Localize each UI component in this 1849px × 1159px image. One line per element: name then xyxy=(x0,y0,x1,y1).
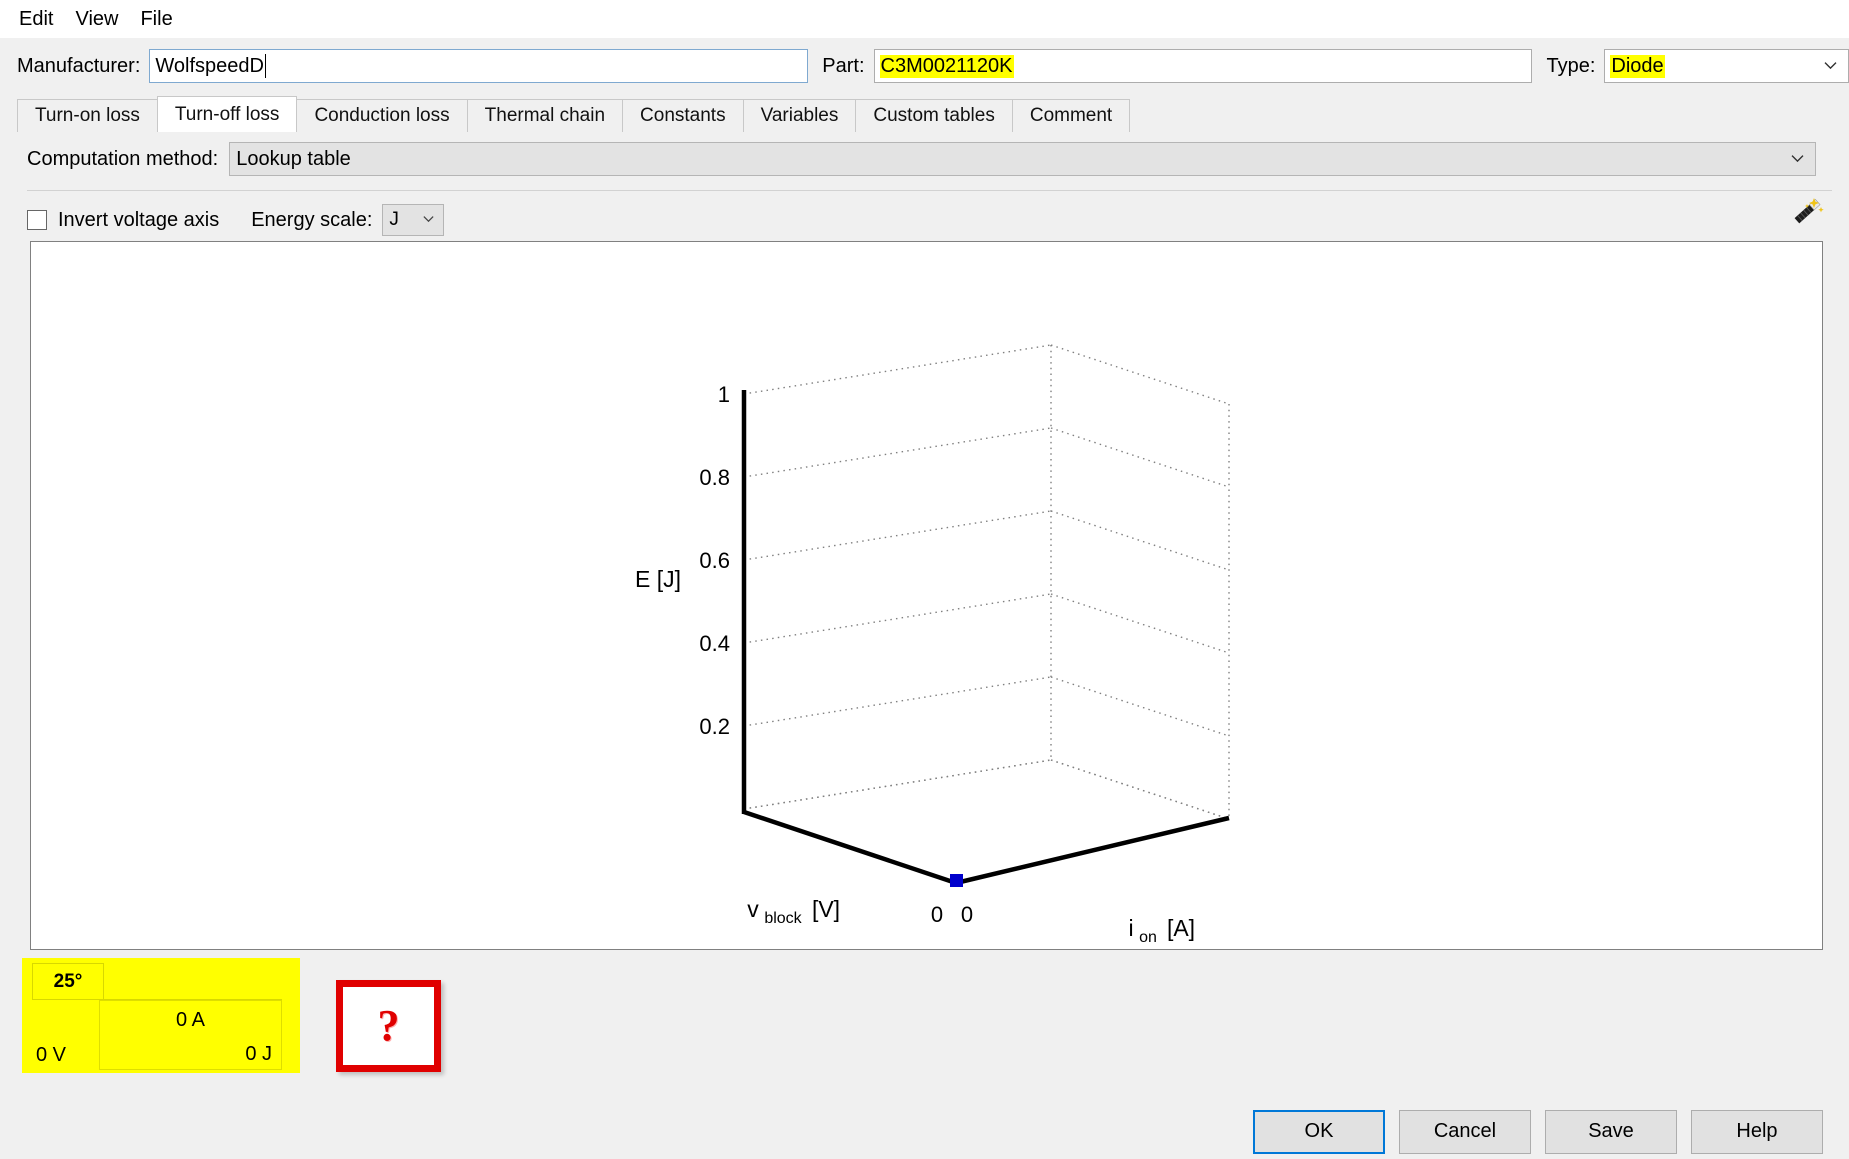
tab-turn-off-loss[interactable]: Turn-off loss xyxy=(156,96,298,132)
tab-turn-on-loss[interactable]: Turn-on loss xyxy=(17,99,158,132)
menu-bar: Edit View File xyxy=(0,0,1849,38)
loss-plot-area[interactable]: 1 0.8 0.6 0.4 0.2 E [J] 0 0 v block [V] xyxy=(30,241,1823,950)
manufacturer-value: WolfspeedD xyxy=(155,54,264,77)
lookup-table-highlight[interactable]: 25° 0 A 0 V 0 J xyxy=(22,958,300,1073)
floor-tick-labels: 0 0 xyxy=(931,902,973,927)
manufacturer-label: Manufacturer: xyxy=(17,54,141,77)
tab-thermal-chain[interactable]: Thermal chain xyxy=(466,99,624,132)
computation-method-row: Computation method: Lookup table xyxy=(0,138,1849,180)
data-point-marker xyxy=(950,874,963,887)
tab-conduction-loss[interactable]: Conduction loss xyxy=(296,99,468,132)
z-axis-label: E [J] xyxy=(635,566,681,592)
invert-voltage-axis-label: Invert voltage axis xyxy=(58,208,220,231)
z-axis-ticks: 1 0.8 0.6 0.4 0.2 xyxy=(699,382,730,739)
energy-scale-dropdown[interactable]: J xyxy=(382,204,445,236)
svg-text:on: on xyxy=(1139,929,1157,946)
tab-custom-tables[interactable]: Custom tables xyxy=(855,99,1013,132)
svg-text:[A]: [A] xyxy=(1167,915,1195,941)
tab-constants[interactable]: Constants xyxy=(622,99,744,132)
tab-bar: Turn-on loss Turn-off loss Conduction lo… xyxy=(0,96,1849,132)
manufacturer-input[interactable]: WolfspeedD xyxy=(149,49,809,83)
x-axis-label: v block [V] xyxy=(747,896,840,927)
z-tick-1: 1 xyxy=(718,382,730,407)
grid-back-left-wall xyxy=(743,344,1052,810)
y-axis-line xyxy=(955,815,1230,886)
part-value: C3M0021120K xyxy=(879,54,1014,78)
part-label: Part: xyxy=(822,54,865,77)
header-fields-row: Manufacturer: WolfspeedD Part: C3M002112… xyxy=(0,38,1849,94)
chevron-down-icon xyxy=(1791,155,1804,163)
energy-scale-label: Energy scale: xyxy=(251,208,373,231)
menu-item-edit[interactable]: Edit xyxy=(8,4,64,34)
magic-wand-icon[interactable] xyxy=(1787,193,1827,229)
z-tick-0.2: 0.2 xyxy=(699,714,730,739)
temperature-tab-25[interactable]: 25° xyxy=(32,963,104,999)
cancel-button[interactable]: Cancel xyxy=(1399,1109,1531,1154)
menu-item-file[interactable]: File xyxy=(129,4,183,34)
z-tick-0.4: 0.4 xyxy=(699,631,730,656)
y-axis-label: i on [A] xyxy=(1128,915,1195,946)
x-tick-0: 0 xyxy=(931,902,943,927)
grid-floor xyxy=(743,759,1230,820)
text-caret xyxy=(264,54,266,78)
type-value: Diode xyxy=(1610,54,1665,78)
plot-options-row: Invert voltage axis Energy scale: J xyxy=(0,198,1849,242)
tab-comment[interactable]: Comment xyxy=(1011,99,1131,132)
grid-vertical-edges xyxy=(1050,345,1230,819)
menu-item-view[interactable]: View xyxy=(64,4,129,34)
energy-scale-value: J xyxy=(389,209,399,230)
question-mark-annotation: ? xyxy=(336,980,441,1072)
y-tick-0: 0 xyxy=(961,902,973,927)
chevron-down-icon xyxy=(423,216,436,224)
table-cell-energy[interactable]: 0 J xyxy=(99,1040,282,1070)
question-mark-icon: ? xyxy=(377,1001,400,1050)
loss-plot-3d-chart: 1 0.8 0.6 0.4 0.2 E [J] 0 0 v block [V] xyxy=(635,344,1230,946)
grid-back-right-wall xyxy=(1050,344,1230,820)
dialog-button-bar: OK Cancel Save Help xyxy=(0,1104,1849,1159)
help-button[interactable]: Help xyxy=(1691,1109,1823,1154)
svg-text:v: v xyxy=(747,896,759,922)
svg-text:i: i xyxy=(1128,915,1133,941)
svg-text:block: block xyxy=(764,910,802,927)
computation-method-value: Lookup table xyxy=(236,147,351,170)
save-button[interactable]: Save xyxy=(1545,1109,1677,1154)
computation-method-label: Computation method: xyxy=(27,147,219,170)
app-window: Edit View File Manufacturer: WolfspeedD … xyxy=(0,0,1849,1159)
invert-voltage-axis-checkbox[interactable] xyxy=(27,210,47,230)
divider xyxy=(27,190,1832,191)
table-column-header: 0 A xyxy=(99,1000,282,1040)
chevron-down-icon xyxy=(1824,62,1837,70)
svg-text:[V]: [V] xyxy=(812,896,840,922)
lookup-table-strip: 25° 0 A 0 V 0 J ? xyxy=(0,952,1849,1104)
tab-variables[interactable]: Variables xyxy=(742,99,857,132)
type-dropdown[interactable]: Diode xyxy=(1604,49,1849,83)
part-input[interactable]: C3M0021120K xyxy=(873,49,1533,83)
z-tick-0.8: 0.8 xyxy=(699,465,730,490)
computation-method-dropdown[interactable]: Lookup table xyxy=(229,142,1817,176)
ok-button[interactable]: OK xyxy=(1253,1109,1385,1154)
z-tick-0.6: 0.6 xyxy=(699,548,730,573)
lookup-table[interactable]: 0 A 0 V 0 J xyxy=(32,999,282,1070)
type-label: Type: xyxy=(1546,54,1596,77)
table-row-header: 0 V xyxy=(36,1043,67,1066)
x-axis-line xyxy=(743,809,957,886)
